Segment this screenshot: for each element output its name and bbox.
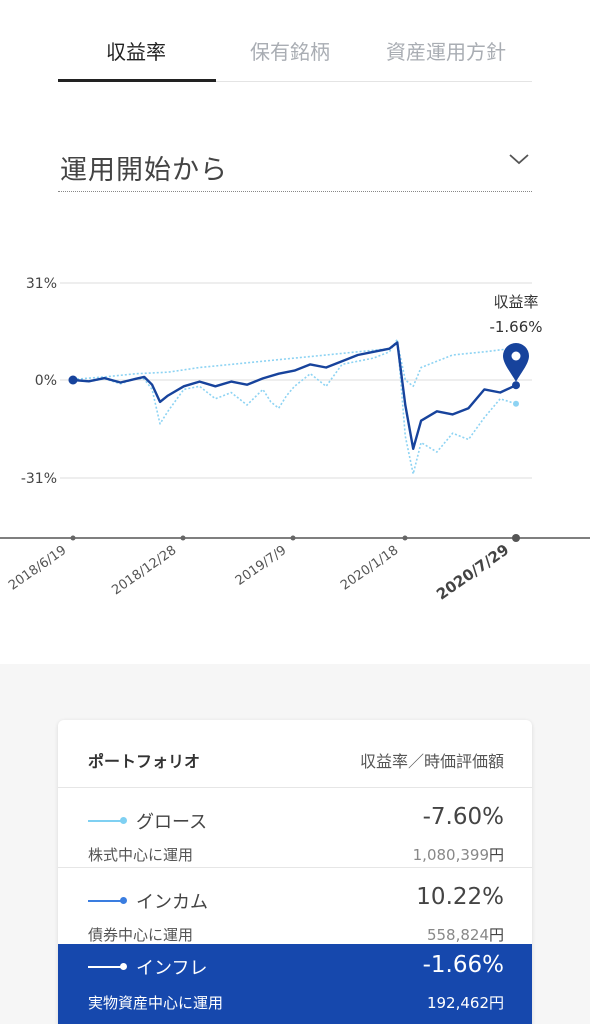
portfolio-name: インフレ <box>136 958 208 979</box>
x-tick-dot <box>290 535 296 541</box>
y-tick-label: 0% <box>35 373 57 389</box>
legend-line <box>88 820 124 822</box>
x-tick-dot <box>70 535 76 541</box>
portfolio-value: 1,080,399円 <box>412 846 504 864</box>
return-chart: 31% 0% -31% 2018/6/19 2018/12/28 2019/7/9 202… <box>0 276 590 604</box>
y-tick-label: 31% <box>26 276 57 292</box>
portfolio-return: -1.66% <box>422 952 504 978</box>
portfolio-description: 実物資産中心に運用 <box>88 994 224 1012</box>
portfolio-return: 10.22% <box>416 884 504 910</box>
x-tick-label: 2018/6/19 <box>6 543 69 594</box>
y-tick-label: -31% <box>21 471 57 487</box>
period-select-label: 運用開始から <box>60 155 228 186</box>
current-label: 収益率 <box>493 293 538 311</box>
legend-dot <box>120 963 127 970</box>
series-end-point <box>512 381 520 390</box>
location-pin-hole <box>511 351 521 361</box>
portfolio-header-title: ポートフォリオ <box>88 752 201 771</box>
tab-holdings[interactable]: 保有銘柄 <box>250 36 330 65</box>
x-tick-dot <box>180 535 186 541</box>
current-value: -1.66% <box>489 318 542 336</box>
x-tick-dot <box>512 534 520 542</box>
series-line-0 <box>72 338 517 475</box>
tab-return-rate[interactable]: 収益率 <box>106 36 166 65</box>
portfolio-value: 558,824円 <box>426 926 504 944</box>
x-tick-dot <box>402 535 408 541</box>
period-select[interactable]: 運用開始から <box>58 140 532 192</box>
portfolio-row-growth[interactable]: グロース -7.60% 株式中心に運用 1,080,399円 <box>58 788 532 868</box>
portfolio-return: -7.60% <box>422 804 504 830</box>
x-tick-label: 2019/7/9 <box>233 543 289 589</box>
start-point <box>68 375 78 385</box>
legend-line <box>88 900 124 902</box>
x-tick-label: 2020/7/29 <box>433 541 512 604</box>
portfolio-header: ポートフォリオ 収益率／時価評価額 <box>58 720 532 788</box>
series-end-point <box>513 400 519 407</box>
portfolio-section: ポートフォリオ 収益率／時価評価額 グロース -7.60% 株式中心に運用 1,… <box>0 664 590 1024</box>
legend-dot <box>120 817 127 824</box>
portfolio-header-columns: 収益率／時価評価額 <box>359 752 504 771</box>
x-tick-label: 2020/1/18 <box>338 543 401 594</box>
portfolio-value: 192,462円 <box>426 994 504 1012</box>
legend-dot <box>120 897 127 904</box>
portfolio-row-income[interactable]: インカム 10.22% 債券中心に運用 558,824円 <box>58 868 532 948</box>
portfolio-row-inflation[interactable]: インフレ -1.66% 実物資産中心に運用 192,462円 <box>58 944 532 1024</box>
portfolio-description: 債券中心に運用 <box>88 926 194 944</box>
portfolio-name: グロース <box>136 812 208 833</box>
portfolio-description: 株式中心に運用 <box>88 846 194 864</box>
series-line-2 <box>72 341 517 451</box>
x-tick-label: 2018/12/28 <box>109 543 179 598</box>
chevron-down-icon <box>509 154 529 165</box>
legend-line <box>88 966 124 968</box>
location-pin-icon <box>503 343 529 382</box>
portfolio-card: ポートフォリオ 収益率／時価評価額 グロース -7.60% 株式中心に運用 1,… <box>58 720 532 1024</box>
portfolio-name: インカム <box>136 892 208 913</box>
tab-investment-policy[interactable]: 資産運用方針 <box>386 36 506 65</box>
active-tab-indicator <box>58 79 216 82</box>
tab-bar: 収益率 保有銘柄 資産運用方針 <box>58 0 532 82</box>
